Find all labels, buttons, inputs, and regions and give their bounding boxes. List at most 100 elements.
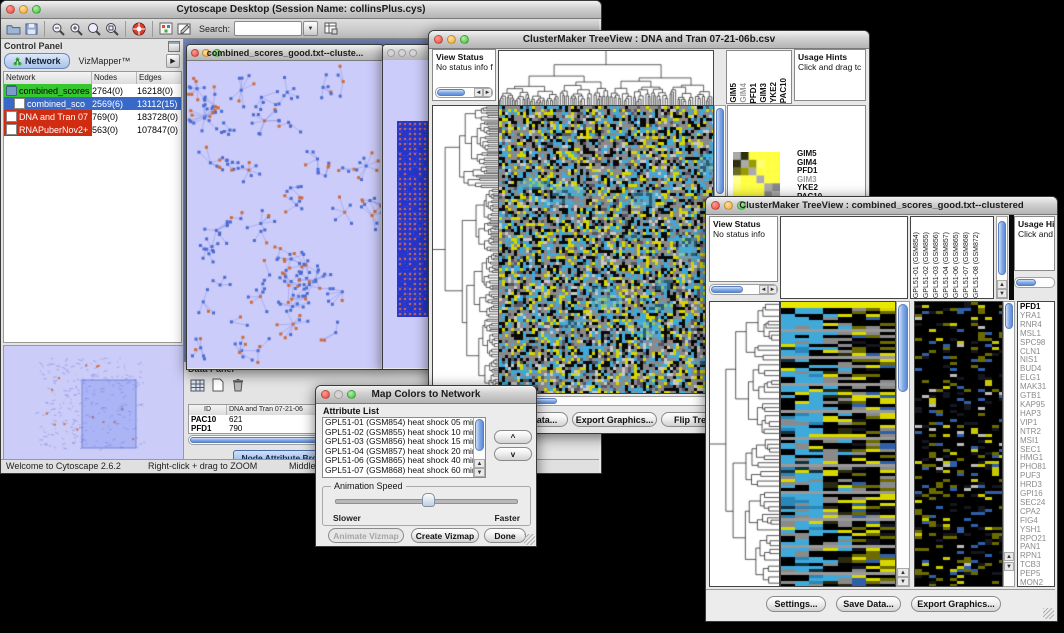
- zoom-button[interactable]: [737, 201, 746, 210]
- resize-grip[interactable]: [1043, 608, 1054, 619]
- scroll-left-arrow[interactable]: ◄: [759, 285, 768, 294]
- float-panel-icon[interactable]: [168, 41, 180, 52]
- attribute-row[interactable]: PFD1 790: [189, 424, 334, 433]
- minimize-button[interactable]: [398, 49, 406, 57]
- zoom-out-icon[interactable]: [49, 20, 67, 37]
- dialog-button[interactable]: Done: [484, 528, 526, 543]
- tv2-hints-hscroll[interactable]: [1014, 277, 1055, 288]
- tv2-labels-vscroll[interactable]: ▲ ▼: [996, 216, 1008, 299]
- column-label[interactable]: GIM4: [739, 83, 749, 103]
- treeview-button[interactable]: Export Graphics...: [911, 596, 1001, 612]
- tv2-column-dendrogram-area[interactable]: [780, 216, 908, 299]
- scroll-down-arrow[interactable]: ▼: [997, 289, 1007, 298]
- close-button[interactable]: [711, 201, 720, 210]
- move-up-button[interactable]: ^: [494, 430, 532, 444]
- zoom-button[interactable]: [409, 49, 417, 57]
- minimize-button[interactable]: [334, 390, 343, 399]
- network-overview-thumbnail[interactable]: [3, 345, 184, 460]
- minimize-button[interactable]: [447, 35, 456, 44]
- close-button[interactable]: [191, 49, 199, 57]
- new-attribute-icon[interactable]: [209, 376, 227, 393]
- network-table-row[interactable]: combined_scores 2764(0) 16218(0): [4, 84, 181, 97]
- tv2-heatmap[interactable]: [780, 301, 896, 587]
- column-header-network[interactable]: Network: [4, 72, 92, 84]
- dialog-title-bar[interactable]: Map Colors to Network: [316, 386, 536, 404]
- scroll-up-arrow[interactable]: ▲: [1004, 552, 1014, 561]
- array-column-label[interactable]: GPL51-03 (GSM856): [932, 232, 942, 298]
- annotation-icon[interactable]: [175, 20, 193, 37]
- network-table-row[interactable]: combined_sco 2569(6) 13112(15): [4, 97, 181, 110]
- zoom-button[interactable]: [213, 49, 221, 57]
- grid-network-canvas[interactable]: [397, 121, 430, 317]
- array-column-label[interactable]: GPL51-01 (GSM854): [912, 232, 922, 298]
- tv2-row-dendrogram[interactable]: [709, 301, 780, 587]
- close-button[interactable]: [434, 35, 443, 44]
- treeview1-title-bar[interactable]: ClusterMaker TreeView : DNA and Tran 07-…: [429, 31, 869, 49]
- zoom-button[interactable]: [32, 5, 41, 14]
- close-button[interactable]: [321, 390, 330, 399]
- search-dropdown-button[interactable]: ▼: [303, 21, 318, 36]
- tv1-status-hscroll[interactable]: ◄ ►: [435, 87, 493, 98]
- tv2-heatmap-vscroll[interactable]: ▲ ▼: [896, 301, 910, 587]
- scroll-up-arrow[interactable]: ▲: [997, 280, 1007, 289]
- treeview-button[interactable]: Save Data...: [836, 596, 901, 612]
- tab-vizmapper[interactable]: VizMapper™: [73, 56, 137, 66]
- treeview2-title-bar[interactable]: ClusterMaker TreeView : combined_scores_…: [706, 197, 1057, 215]
- tab-overflow-button[interactable]: ▶: [166, 54, 180, 68]
- close-button[interactable]: [387, 49, 395, 57]
- data-panel-hscroll[interactable]: [188, 435, 333, 445]
- column-label[interactable]: YKE2: [769, 82, 779, 103]
- minimize-button[interactable]: [19, 5, 28, 14]
- speed-slider-thumb[interactable]: [422, 493, 435, 507]
- tv2-gene-vscroll[interactable]: ▲ ▼: [1003, 301, 1015, 587]
- tab-network[interactable]: Network: [4, 53, 70, 69]
- tv1-row-dendrogram[interactable]: [432, 105, 499, 394]
- scroll-right-arrow[interactable]: ►: [768, 285, 777, 294]
- table-view-icon[interactable]: [188, 376, 206, 393]
- dialog-button[interactable]: Create Vizmap: [411, 528, 479, 543]
- help-lifering-icon[interactable]: [130, 20, 148, 37]
- array-column-label[interactable]: GPL51-08 (GSM872): [972, 232, 982, 298]
- tv2-status-hscroll[interactable]: ◄ ►: [709, 284, 778, 295]
- column-label[interactable]: PFD1: [749, 83, 759, 103]
- minimize-button[interactable]: [202, 49, 210, 57]
- tv2-secondary-heatmap[interactable]: [914, 301, 1003, 587]
- column-header-nodes[interactable]: Nodes: [92, 72, 137, 84]
- zoom-button[interactable]: [460, 35, 469, 44]
- network-table-row[interactable]: DNA and Tran 07 769(0) 183728(0): [4, 110, 181, 123]
- dialog-button[interactable]: Animate Vizmap: [328, 528, 404, 543]
- treeview-button[interactable]: Export Graphics...: [572, 412, 657, 427]
- array-column-label[interactable]: GPL51-06 (GSM865): [952, 232, 962, 298]
- column-label[interactable]: PAC10: [779, 78, 789, 103]
- scroll-right-arrow[interactable]: ►: [483, 88, 492, 97]
- treeview-button[interactable]: Settings...: [766, 596, 826, 612]
- close-button[interactable]: [6, 5, 15, 14]
- scroll-up-arrow[interactable]: ▲: [474, 459, 485, 468]
- network-view-title-bar[interactable]: combined_scores_good.txt--cluste...: [187, 45, 383, 61]
- scroll-down-arrow[interactable]: ▼: [1004, 562, 1014, 571]
- network-view-canvas[interactable]: [187, 61, 381, 368]
- attribute-row[interactable]: PAC10 621: [189, 415, 334, 424]
- tv1-heatmap[interactable]: [498, 105, 714, 394]
- gene-label[interactable]: MON2: [1020, 579, 1054, 587]
- zoom-selected-icon[interactable]: [85, 20, 103, 37]
- column-label[interactable]: GIM3: [759, 83, 769, 103]
- zoom-fit-icon[interactable]: [103, 20, 121, 37]
- tv1-cluster-matrix[interactable]: [733, 152, 780, 199]
- scroll-left-arrow[interactable]: ◄: [474, 88, 483, 97]
- move-down-button[interactable]: v: [494, 447, 532, 461]
- save-icon[interactable]: [22, 20, 40, 37]
- search-input[interactable]: [234, 21, 302, 36]
- zoom-in-icon[interactable]: [67, 20, 85, 37]
- attribute-browser-icon[interactable]: [322, 20, 340, 37]
- open-file-icon[interactable]: [4, 20, 22, 37]
- array-column-label[interactable]: GPL51-04 (GSM857): [942, 232, 952, 298]
- scroll-down-arrow[interactable]: ▼: [897, 577, 909, 586]
- attribute-list-vscroll[interactable]: ▲ ▼: [473, 418, 485, 477]
- array-column-label[interactable]: GPL51-02 (GSM855): [922, 232, 932, 298]
- attribute-list-item[interactable]: GPL51-07 (GSM868) heat shock 60 min: [323, 466, 473, 476]
- attr-col-id[interactable]: ID: [189, 405, 227, 415]
- delete-attribute-icon[interactable]: [229, 376, 247, 393]
- network-table-row[interactable]: RNAPuberNov2+ 563(0) 107847(0): [4, 123, 181, 136]
- node-editor-icon[interactable]: [157, 20, 175, 37]
